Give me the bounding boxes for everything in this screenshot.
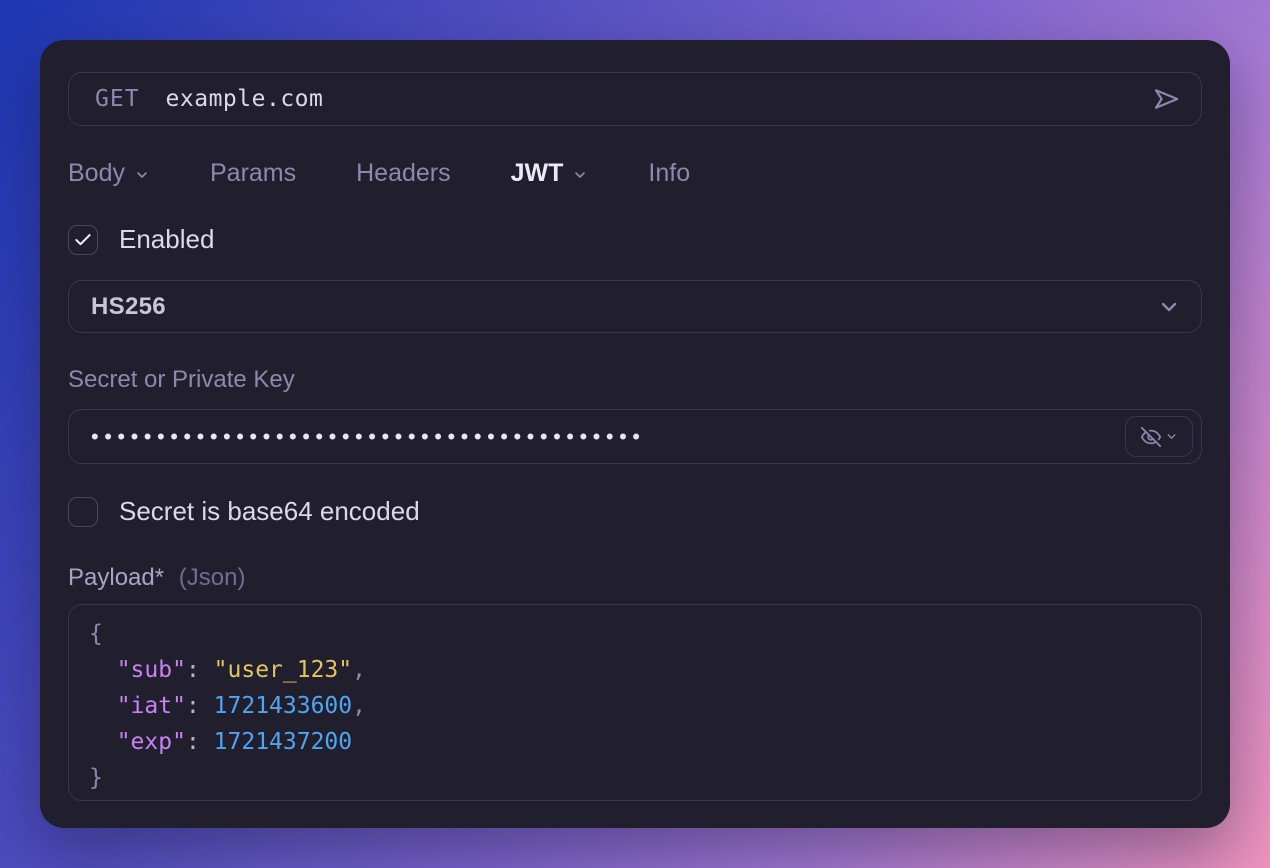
request-panel: GET example.com Body Params Headers JWT: [40, 40, 1230, 828]
enabled-label: Enabled: [119, 224, 214, 255]
chevron-down-icon: [134, 167, 150, 183]
payload-format-hint: (Json): [179, 564, 246, 591]
chevron-down-icon: [1157, 295, 1181, 319]
payload-editor[interactable]: { "sub": "user_123", "iat": 1721433600, …: [68, 604, 1202, 801]
send-button[interactable]: [1145, 78, 1187, 120]
tab-body[interactable]: Body: [68, 159, 150, 188]
tab-jwt-label: JWT: [511, 159, 564, 188]
base64-label: Secret is base64 encoded: [119, 496, 420, 527]
url-bar: GET example.com: [68, 72, 1202, 126]
code-line: "exp": 1721437200: [89, 724, 1181, 760]
tab-headers-label: Headers: [356, 159, 451, 188]
secret-input[interactable]: ••••••••••••••••••••••••••••••••••••••••…: [68, 409, 1202, 464]
code-line: "iat": 1721433600,: [89, 688, 1181, 724]
check-icon: [73, 230, 93, 250]
code-line: }: [89, 760, 1181, 796]
payload-label-row: Payload* (Json): [68, 564, 1202, 592]
secret-label: Secret or Private Key: [68, 366, 1202, 394]
tab-params-label: Params: [210, 159, 296, 188]
payload-label: Payload*: [68, 564, 164, 591]
toggle-secret-visibility-button[interactable]: [1125, 416, 1193, 457]
algorithm-value: HS256: [91, 293, 166, 321]
code-line: {: [89, 616, 1181, 652]
secret-masked-value: ••••••••••••••••••••••••••••••••••••••••…: [91, 424, 1113, 450]
chevron-down-icon: [1165, 430, 1178, 443]
code-line: "sub": "user_123",: [89, 652, 1181, 688]
send-icon: [1151, 84, 1181, 114]
eye-off-icon: [1140, 426, 1162, 448]
chevron-down-icon: [572, 167, 588, 183]
tab-info[interactable]: Info: [648, 159, 690, 188]
tab-jwt[interactable]: JWT: [511, 159, 589, 188]
request-tabs: Body Params Headers JWT Info: [68, 159, 1202, 188]
url-input[interactable]: example.com: [166, 86, 1145, 112]
jwt-enabled-row[interactable]: Enabled: [68, 224, 1202, 255]
tab-headers[interactable]: Headers: [356, 159, 451, 188]
algorithm-select[interactable]: HS256: [68, 280, 1202, 333]
base64-row[interactable]: Secret is base64 encoded: [68, 496, 1202, 527]
tab-info-label: Info: [648, 159, 690, 188]
http-method[interactable]: GET: [95, 86, 140, 112]
base64-checkbox[interactable]: [68, 497, 98, 527]
enabled-checkbox[interactable]: [68, 225, 98, 255]
tab-body-label: Body: [68, 159, 125, 188]
tab-params[interactable]: Params: [210, 159, 296, 188]
